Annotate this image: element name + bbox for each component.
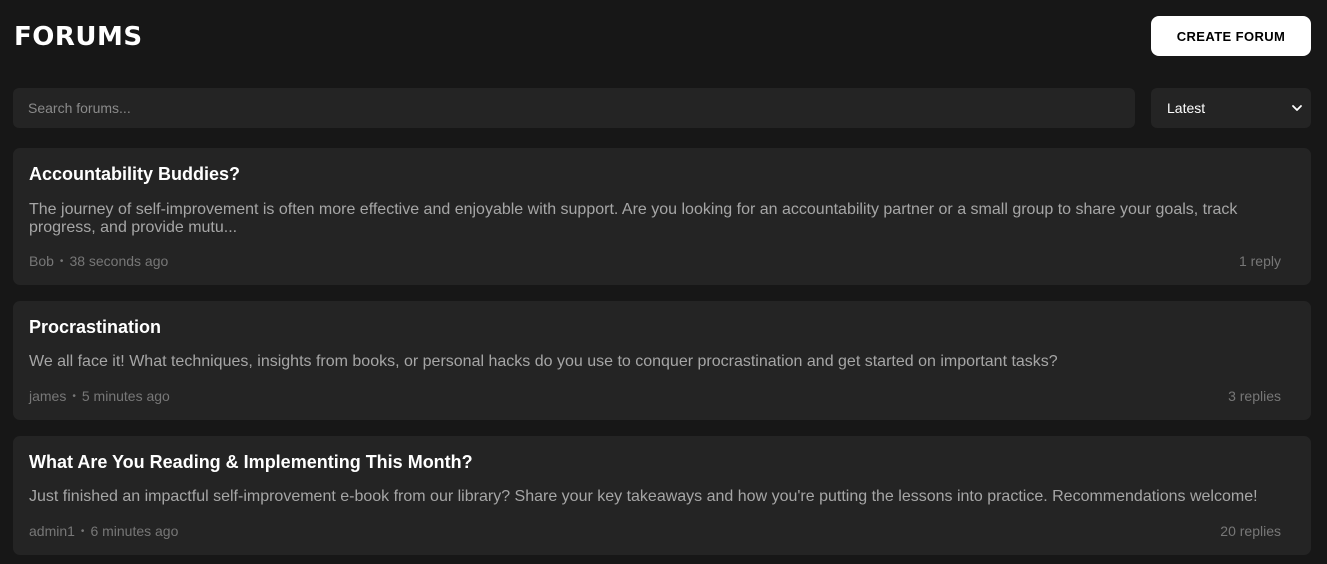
create-forum-button[interactable]: CREATE FORUM: [1151, 16, 1311, 56]
forum-card[interactable]: Procrastination We all face it! What tec…: [13, 301, 1311, 420]
forum-time: 38 seconds ago: [69, 253, 169, 269]
page-title: FORUMS: [14, 22, 143, 52]
forums-page: FORUMS CREATE FORUM Latest Accountabilit…: [0, 0, 1327, 564]
forum-meta: james • 5 minutes ago: [29, 388, 170, 405]
meta-separator: •: [72, 391, 76, 402]
forum-replies: 1 reply: [1238, 253, 1281, 269]
forum-meta: admin1 • 6 minutes ago: [29, 523, 178, 540]
forum-excerpt: The journey of self-improvement is often…: [29, 201, 1238, 236]
forum-excerpt: Just finished an impactful self-improvem…: [29, 488, 1258, 505]
forum-card[interactable]: What Are You Reading & Implementing This…: [13, 436, 1311, 555]
chevron-down-icon: [1292, 105, 1302, 111]
forum-author: admin1: [29, 523, 75, 539]
forum-excerpt: We all face it! What techniques, insight…: [29, 353, 1058, 370]
forum-time: 5 minutes ago: [81, 388, 170, 404]
forum-title[interactable]: Procrastination: [29, 316, 161, 338]
forum-time: 6 minutes ago: [90, 523, 179, 539]
forum-replies: 3 replies: [1228, 388, 1281, 404]
meta-separator: •: [59, 256, 64, 267]
search-input[interactable]: [13, 88, 1135, 128]
sort-select[interactable]: Latest: [1151, 88, 1311, 128]
forum-author: james: [29, 388, 67, 404]
forum-replies: 20 replies: [1220, 523, 1281, 539]
forum-author: Bob: [29, 253, 54, 269]
forum-title[interactable]: Accountability Buddies?: [29, 163, 240, 185]
forum-card[interactable]: Accountability Buddies? The journey of s…: [13, 148, 1311, 285]
sort-selected-value: Latest: [1167, 100, 1206, 116]
meta-separator: •: [80, 526, 85, 537]
forum-title[interactable]: What Are You Reading & Implementing This…: [29, 451, 473, 473]
forum-meta: Bob • 38 seconds ago: [29, 253, 168, 270]
